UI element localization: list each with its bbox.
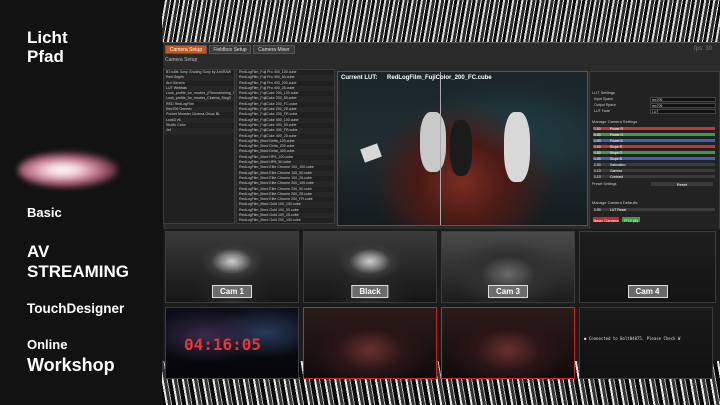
lut-reset-value: 1.00 [594,208,601,212]
camera-tile[interactable]: Cam 4 [579,231,716,303]
camera-tile[interactable]: Cam 1 [165,231,299,303]
camera-grid: Cam 1 Black Cam 3 Cam 4 04:16:05 ● Connected … [163,229,720,379]
settings-panel: LUT Settings Input Space rec709 Output S… [589,71,720,239]
glow-graphic [18,152,118,188]
preview-viewer: Current LUT: RedLogFilm_FujiColor_200_FC… [337,71,588,226]
lut-fade-field[interactable]: LUT [650,109,716,114]
setting-label: Slope B [610,157,622,161]
camera-label: Cam 3 [487,285,529,298]
setting-value: 1.00 [594,145,601,149]
setting-label: Gamma [610,169,623,173]
camera-setting-slider[interactable]: 1.00 Slope G [592,150,716,155]
camera-setting-slider[interactable]: 1.00 Power B [592,138,716,143]
tab-camera-mixer[interactable]: Camera Mixer [253,45,295,54]
label-av: AV [27,242,50,261]
camera-defaults-title: Manage Camera Defaults [592,200,638,205]
lut-reset-slider[interactable]: 1.00 LUT Reset [592,207,716,212]
setting-value: 1.00 [594,151,601,155]
manage-settings-title: Manage Camera Settings [592,119,638,124]
setting-value: 1.00 [594,127,601,131]
camera-feed [442,308,574,378]
camera-setting-slider[interactable]: 1.00 Power G [592,132,716,137]
setting-value: 1.00 [594,139,601,143]
brand-logo: Licht Pfad [27,28,68,66]
setting-value: 1.00 [594,163,601,167]
input-space-field[interactable]: rec709 [650,97,716,102]
current-lut-readout: Current LUT: RedLogFilm_FujiColor_200_FC… [341,75,492,81]
setting-value: 1.00 [594,157,601,161]
label-streaming: STREAMING [27,262,129,281]
ptz-button[interactable]: PTZ (8) [621,216,641,223]
lut-file-list: RedLogFilm_Fuji Pro 400_100.cube RedLogFi… [236,69,335,224]
setting-label: Power G [610,133,624,137]
lut-settings-title: LUT Settings [592,90,616,95]
input-space-label: Input Space [594,97,614,101]
lut-folder-item[interactable]: Jet [164,128,234,134]
clock-display: 04:16:05 [184,335,262,354]
connection-log: ● Connected to Bolt04075. Please Check W [584,336,681,341]
panel-title: Camera Setup [165,57,198,63]
setting-label: Power B [610,139,623,143]
camera-tile[interactable]: Cam 3 [441,231,575,303]
camera-tile[interactable]: Black [303,231,437,303]
label-workshop: Workshop [27,355,115,375]
current-lut-label: Current LUT: [341,75,378,81]
camera-tile[interactable]: 04:16:05 [165,307,299,379]
camera-setting-slider[interactable]: 1.00 Saturation [592,162,716,167]
output-space-label: Output Space [594,103,616,107]
basic-camera-button[interactable]: Basic Camera [592,216,620,223]
tab-bar: Camera Setup Fieldbox Setup Camera Mixer… [163,45,720,55]
camera-label: Cam 4 [627,285,668,298]
setting-value: 1.13 [594,175,601,179]
setting-label: Slope G [610,151,623,155]
screen: Licht Pfad Basic AV STREAMING TouchDesig… [0,0,720,405]
preview-person-left [420,112,446,172]
setting-value: 1.13 [594,169,601,173]
decorative-pattern-top [162,0,720,42]
lut-fade-row: LUT Fade LUT [592,109,717,114]
setting-label: Saturation [610,163,626,167]
lut-folder-item[interactable]: Look_profile_for_movies_Cinema_Slog3 [164,96,234,102]
preview-person-right [504,112,530,182]
camera-tile[interactable] [441,307,575,379]
output-space-field[interactable]: rec709 [650,103,716,108]
preset-settings-label: Preset Settings [592,182,617,186]
setting-value: 1.00 [594,133,601,137]
lut-fade-label: LUT Fade [594,109,610,113]
lut-folder-list: BT.s4lts Sony Grading Sony by Arri/RAW Re… [163,69,235,224]
input-space-row: Input Space rec709 [592,97,717,102]
brand-line-2: Pfad [27,47,64,66]
setting-label: Slope R [610,145,623,149]
label-online: Online [27,337,68,352]
label-touchdesigner: TouchDesigner [27,301,125,316]
camera-setting-slider[interactable]: 1.13 Contrast [592,174,716,179]
camera-feed [304,308,436,378]
camera-tile[interactable]: ● Connected to Bolt04075. Please Check W [579,307,713,379]
current-lut-value: RedLogFilm_FujiColor_200_FC.cube [387,75,492,81]
touchdesigner-app: Camera Setup Fieldbox Setup Camera Mixer… [163,42,720,379]
setting-label: Contrast [610,175,623,179]
camera-feed [580,308,712,378]
camera-label: Cam 1 [211,285,253,298]
split-line[interactable] [440,72,441,225]
camera-setting-slider[interactable]: 1.13 Gamma [592,168,716,173]
brand-line-1: Licht [27,28,68,47]
tab-camera-setup[interactable]: Camera Setup [165,45,207,54]
camera-setting-slider[interactable]: 1.00 Slope R [592,144,716,149]
camera-setting-slider[interactable]: 1.00 Power R [592,126,716,131]
label-basic: Basic [27,205,62,220]
reset-button[interactable]: Reset [650,181,714,187]
fps-readout: fps: 30 [693,46,712,52]
workshop-sidebar: Licht Pfad Basic AV STREAMING TouchDesig… [0,0,162,405]
setting-label: Power R [610,127,624,131]
camera-setting-slider[interactable]: 1.00 Slope B [592,156,716,161]
lut-reset-label: LUT Reset [610,208,627,212]
camera-label: Black [351,285,389,298]
camera-tile[interactable] [303,307,437,379]
output-space-row: Output Space rec709 [592,103,717,108]
tab-fieldbox-setup[interactable]: Fieldbox Setup [209,45,251,54]
preview-person-center [450,120,472,176]
